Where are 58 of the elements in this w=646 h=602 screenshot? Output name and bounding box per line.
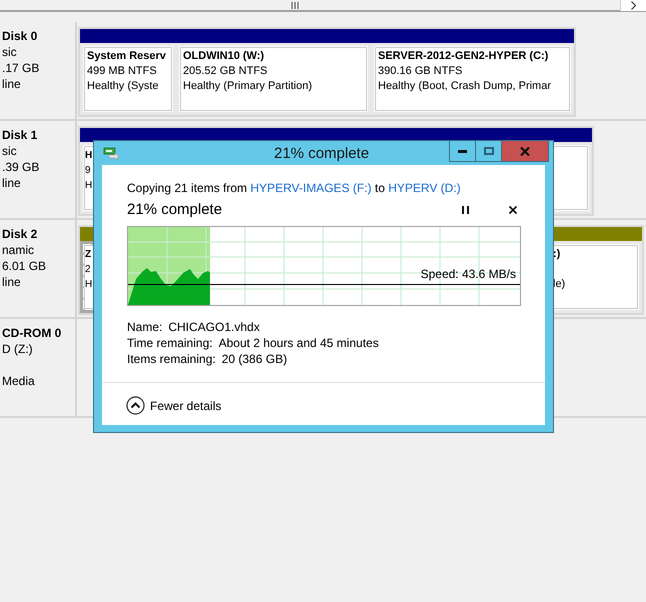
disk-name: CD-ROM 0 — [2, 325, 62, 341]
speed-label: Speed: 43.6 MB/s — [420, 267, 516, 282]
fewer-details-button[interactable]: Fewer details — [126, 396, 222, 415]
chevron-up-circle-icon — [126, 396, 145, 415]
copy-description: Copying 21 items from HYPERV-IMAGES (F:) to HYPERV (D:) — [127, 181, 462, 196]
maximize-icon — [484, 147, 494, 155]
partition-info: H — [85, 278, 92, 292]
copy-icon — [103, 146, 119, 160]
disk-name: Disk 1 — [2, 127, 38, 143]
scroll-right-button[interactable] — [620, 0, 646, 11]
cancel-button[interactable] — [507, 204, 519, 216]
disk-name: Disk 2 — [2, 226, 38, 242]
pause-icon — [462, 206, 468, 214]
disk-info: line — [2, 76, 21, 92]
detail-label: Time remaining: — [127, 335, 213, 351]
detail-value: CHICAGO1.vhdx — [168, 319, 260, 335]
destination-link[interactable]: HYPERV (D:) — [388, 181, 461, 195]
progress-heading: 21% complete — [127, 200, 222, 218]
partition-info: Healthy (Syste — [87, 79, 159, 94]
close-button[interactable] — [502, 141, 548, 161]
detail-label: Name: — [127, 319, 162, 335]
partition-info: 390.16 GB NTFS — [378, 64, 462, 79]
partition-title: OLDWIN10 (W:) — [183, 49, 264, 64]
disk-info: namic — [2, 242, 34, 258]
disk-info: sic — [2, 143, 17, 159]
disk-info: Media — [2, 373, 35, 389]
horizontal-scrollbar[interactable] — [0, 0, 646, 12]
detail-value: About 2 hours and 45 minutes — [218, 335, 379, 351]
window-title: 21% complete — [274, 145, 370, 163]
partition-info: Healthy (Primary Partition) — [183, 79, 312, 94]
disk-info: line — [2, 175, 21, 191]
source-link[interactable]: HYPERV-IMAGES (F:) — [250, 181, 372, 195]
partition-info: 499 MB NTFS — [87, 64, 157, 79]
pause-button[interactable] — [459, 204, 471, 216]
partition-info: Healthy (Boot, Crash Dump, Primar — [378, 79, 551, 94]
close-icon — [509, 206, 517, 214]
partition-info: 205.52 GB NTFS — [183, 64, 268, 79]
disk-info: .17 GB — [2, 60, 40, 76]
disk-info: line — [2, 274, 21, 290]
partition-info: H — [85, 179, 92, 193]
chevron-right-icon — [631, 0, 636, 10]
partition-title: H — [85, 149, 92, 163]
detail-value: 20 (386 GB) — [222, 351, 288, 367]
disk-name: Disk 0 — [2, 28, 38, 44]
minimize-icon — [458, 150, 467, 152]
disk-info: .39 GB — [2, 159, 40, 175]
disk-info: sic — [2, 44, 17, 60]
partition-title: :) — [553, 247, 560, 262]
scroll-grip-icon — [291, 2, 299, 8]
detail-label: Items remaining: — [127, 351, 216, 367]
disk-info: D (Z:) — [2, 341, 33, 357]
partition-info: 9 — [85, 164, 91, 178]
partition-title: SERVER-2012-GEN2-HYPER (C:) — [378, 49, 548, 64]
close-icon — [520, 146, 530, 156]
partition-info: 2 — [85, 263, 91, 277]
disk-info: 6.01 GB — [2, 258, 46, 274]
partition-title: Z — [85, 248, 92, 262]
partition-title: System Reserv — [87, 49, 166, 64]
